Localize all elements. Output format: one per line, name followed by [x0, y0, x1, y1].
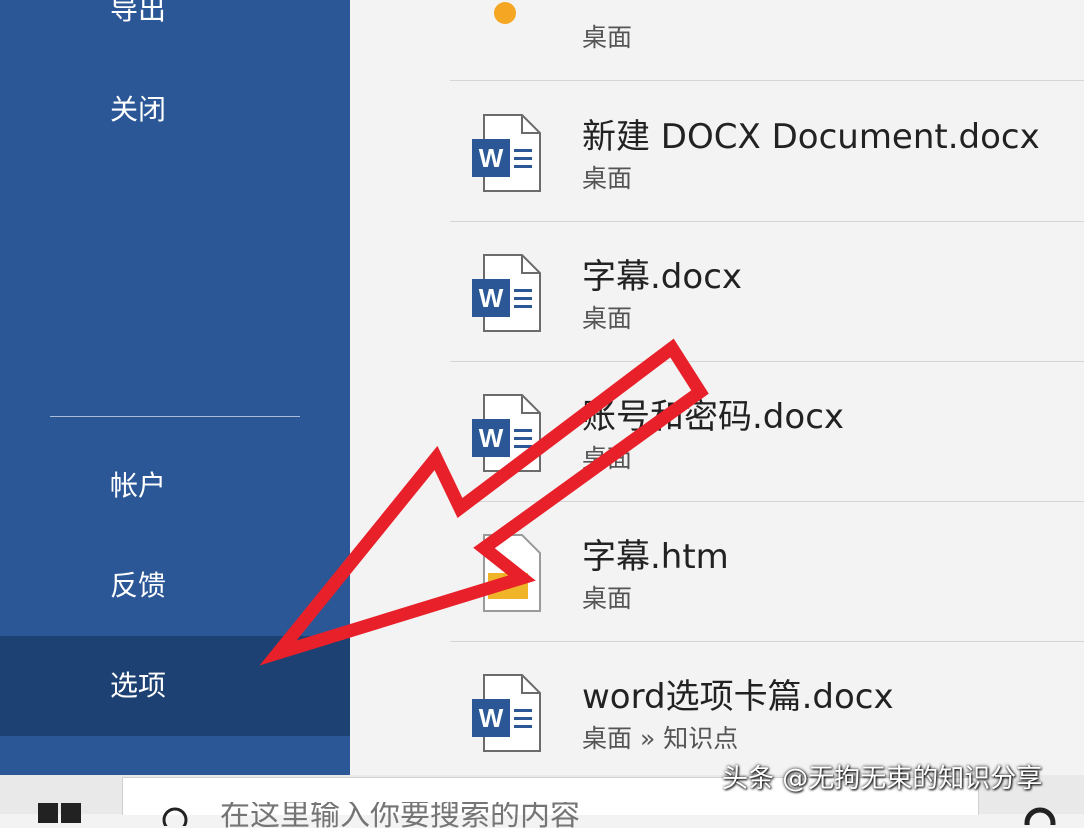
list-item[interactable]: W word选项卡篇.docx 桌面 » 知识点 [450, 641, 1084, 775]
file-location: 桌面 [582, 23, 633, 52]
file-name: word选项卡篇.docx [582, 677, 894, 717]
svg-text:W: W [479, 283, 504, 313]
word-doc-icon: W [472, 674, 541, 752]
svg-text:W: W [479, 143, 504, 173]
sidebar-item-feedback[interactable]: 反馈 [0, 536, 350, 636]
cortana-icon[interactable] [1022, 805, 1058, 825]
file-name: 字幕.htm [582, 537, 729, 577]
sidebar-item-label: 帐户 [110, 469, 167, 502]
word-doc-icon: W [472, 394, 541, 472]
list-item[interactable]: 桌面 [450, 0, 1084, 81]
svg-text:W: W [479, 703, 504, 733]
sidebar-item-label: 反馈 [110, 569, 167, 602]
sidebar-item-label: 选项 [110, 669, 167, 702]
sidebar-item-account[interactable]: 帐户 [0, 436, 350, 536]
file-location: 桌面 [582, 164, 633, 193]
word-doc-icon: W [472, 114, 541, 192]
file-location: 桌面 [582, 584, 633, 613]
file-name: 新建 DOCX Document.docx [582, 117, 1040, 157]
file-location: 桌面 » 知识点 [582, 724, 739, 753]
sidebar-item-export[interactable]: 导出 [0, 0, 350, 60]
sidebar-item-label: 导出 [110, 0, 167, 26]
sidebar-item-label: 关闭 [110, 93, 167, 126]
sidebar-divider [50, 416, 300, 417]
word-doc-icon: W [472, 254, 541, 332]
sidebar-item-options[interactable]: 选项 [0, 636, 350, 736]
windows-start-icon[interactable] [38, 803, 82, 823]
svg-text:W: W [479, 423, 504, 453]
list-item[interactable]: W 账号和密码.docx 桌面 [450, 361, 1084, 502]
watermark: 头条 @无拘无束的知识分享 [722, 764, 1043, 794]
file-location: 桌面 [582, 444, 633, 473]
html-file-icon [483, 534, 541, 612]
sidebar-item-close[interactable]: 关闭 [0, 60, 350, 160]
search-input[interactable] [218, 802, 822, 828]
backstage-sidebar: 导出 关闭 帐户 反馈 选项 [0, 0, 350, 775]
list-item[interactable]: W 新建 DOCX Document.docx 桌面 [450, 81, 1084, 222]
file-name: 账号和密码.docx [582, 397, 845, 437]
list-item[interactable]: 字幕.htm 桌面 [450, 501, 1084, 642]
pin-icon [494, 2, 516, 24]
search-icon [162, 807, 188, 826]
file-name: 字幕.docx [582, 257, 743, 297]
file-location: 桌面 [582, 304, 633, 333]
recent-files-list: 桌面 W 新建 DOCX Document.docx 桌面 W 字幕.docx … [350, 0, 1084, 775]
list-item[interactable]: W 字幕.docx 桌面 [450, 221, 1084, 362]
